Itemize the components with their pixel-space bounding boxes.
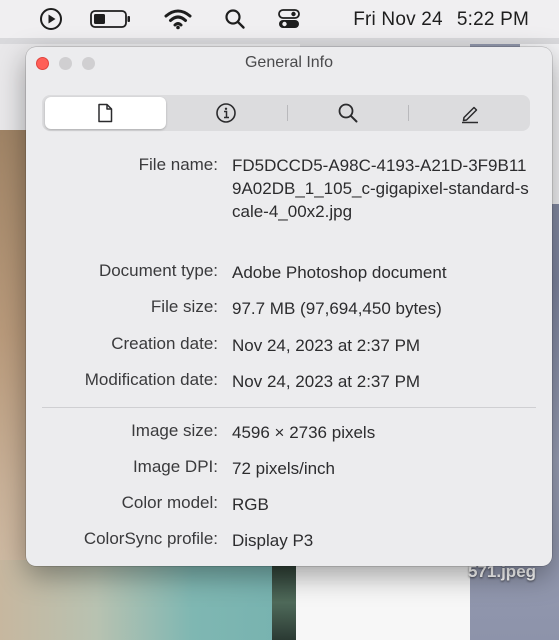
info-label: Image size: bbox=[131, 421, 218, 440]
info-value: 72 pixels/inch bbox=[232, 459, 336, 478]
spotlight-search-icon[interactable] bbox=[222, 7, 248, 31]
window-title-bar[interactable]: General Info bbox=[26, 47, 552, 80]
play-circle-icon[interactable] bbox=[38, 7, 64, 31]
wifi-icon[interactable] bbox=[163, 7, 193, 31]
menu-bar-time: 5:22 PM bbox=[456, 9, 529, 30]
info-label: ColorSync profile: bbox=[83, 529, 218, 548]
info-value: 97.7 MB (97,694,450 bytes) bbox=[232, 299, 442, 318]
window-title: General Info bbox=[244, 54, 334, 71]
info-label: Color model: bbox=[121, 493, 218, 512]
info-value: Adobe Photoshop document bbox=[232, 263, 447, 282]
tab-preview[interactable] bbox=[288, 97, 409, 129]
info-label: Document type: bbox=[98, 261, 218, 280]
info-tab-selector bbox=[42, 95, 530, 131]
battery-icon[interactable] bbox=[89, 7, 133, 31]
background-panel bbox=[296, 565, 472, 640]
tab-more-info[interactable] bbox=[166, 97, 287, 129]
tab-general[interactable] bbox=[45, 97, 166, 129]
info-label: File name: bbox=[138, 155, 218, 174]
info-value: 4596 × 2736 pixels bbox=[232, 423, 376, 442]
magnifier-icon bbox=[338, 103, 358, 123]
menu-bar: Fri Nov 24 5:22 PM bbox=[0, 0, 559, 38]
info-value: RGB bbox=[232, 495, 269, 514]
info-value: FD5DCCD5-A98C-4193-A21D-3F9B119A02DB_1_1… bbox=[232, 156, 529, 221]
background-photo-bottom bbox=[0, 560, 275, 640]
background-photo-thumbnail bbox=[272, 565, 296, 640]
pencil-icon bbox=[461, 106, 478, 124]
info-label: Modification date: bbox=[84, 370, 218, 389]
general-info-window: General Info File name: FD5DCCD5-A98C-41… bbox=[26, 47, 552, 566]
section-divider bbox=[42, 407, 536, 408]
info-value: Display P3 bbox=[232, 531, 314, 550]
info-value: Nov 24, 2023 at 2:37 PM bbox=[232, 336, 421, 355]
document-icon bbox=[98, 103, 113, 123]
info-label: Creation date: bbox=[111, 334, 218, 353]
control-center-icon[interactable] bbox=[276, 7, 302, 31]
info-label: Image DPI: bbox=[132, 457, 218, 476]
info-icon bbox=[216, 103, 236, 123]
menu-bar-clock[interactable]: Fri Nov 24 5:22 PM bbox=[353, 9, 529, 31]
tab-annotations[interactable] bbox=[409, 97, 530, 129]
menu-bar-date: Fri Nov 24 bbox=[353, 9, 443, 30]
info-value: Nov 24, 2023 at 2:37 PM bbox=[232, 372, 421, 391]
info-label: File size: bbox=[150, 297, 218, 316]
